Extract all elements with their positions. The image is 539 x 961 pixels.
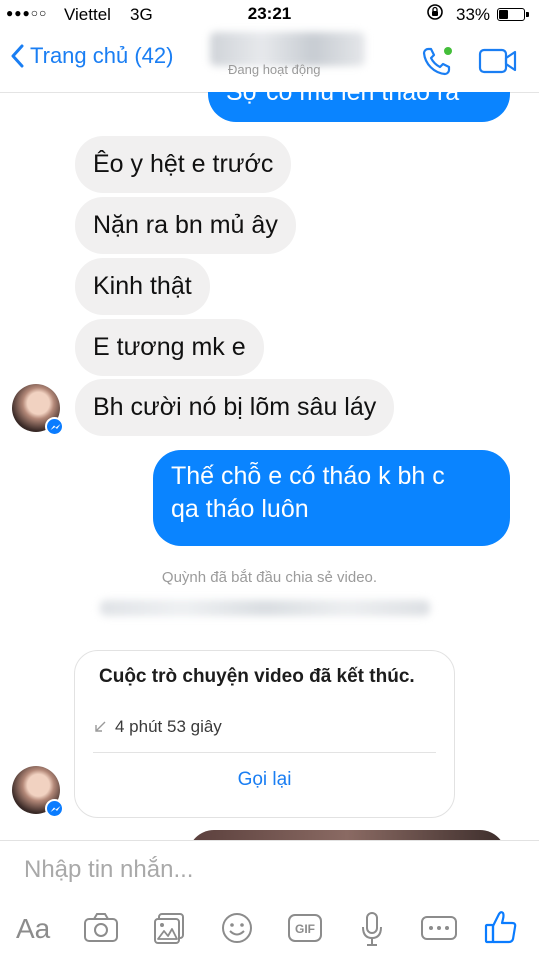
gallery-icon: [154, 913, 184, 944]
battery-percent: 33%: [456, 5, 491, 24]
contact-avatar[interactable]: [12, 384, 64, 436]
active-status: Đang hoạt động: [228, 62, 321, 77]
more-button[interactable]: [420, 915, 458, 946]
video-thumbnail[interactable]: [188, 830, 506, 840]
back-button[interactable]: Trang chủ (42): [10, 43, 173, 69]
message-list[interactable]: Sợ có mủ lên tháo ra Êo y hệt e trước Nặ…: [0, 92, 539, 840]
emoji-icon: [222, 913, 252, 943]
video-camera-icon: [478, 48, 517, 74]
messenger-badge-icon: [45, 417, 64, 436]
status-bar: ●●●○○ Viettel 3G 23:21 33%: [0, 0, 539, 30]
composer-toolbar: Aa GIF: [0, 911, 539, 951]
back-label: Trang chủ (42): [30, 43, 174, 68]
video-call-button[interactable]: [478, 47, 518, 80]
microphone-icon: [362, 912, 382, 946]
contact-name-blurred[interactable]: [210, 32, 365, 66]
call-back-button[interactable]: Gọi lại: [75, 769, 454, 791]
call-duration: 4 phút 53 giây: [93, 717, 222, 737]
phone-call-button[interactable]: [420, 44, 454, 83]
gif-icon: GIF: [288, 914, 322, 942]
microphone-button[interactable]: [360, 911, 384, 952]
text-format-button[interactable]: Aa: [16, 913, 50, 945]
more-icon: [421, 916, 457, 940]
gif-button[interactable]: GIF: [287, 913, 323, 948]
messenger-badge-icon: [45, 799, 64, 818]
call-duration-text: 4 phút 53 giây: [115, 717, 222, 736]
conversation-header: Trang chủ (42) Đang hoạt động: [0, 30, 539, 93]
rotation-lock-icon: [426, 3, 444, 26]
chevron-left-icon: [11, 44, 24, 68]
gallery-button[interactable]: [152, 911, 186, 950]
camera-icon: [84, 913, 118, 942]
message-bubble-incoming[interactable]: Bh cười nó bị lõm sâu láy: [75, 379, 395, 436]
divider: [93, 752, 436, 753]
emoji-button[interactable]: [220, 911, 254, 950]
battery-icon: [497, 8, 529, 21]
composer: Aa GIF: [0, 840, 539, 961]
contact-avatar[interactable]: [12, 766, 64, 818]
message-bubble-incoming[interactable]: Kinh thật: [75, 258, 210, 315]
message-bubble-incoming[interactable]: E tương mk e: [75, 319, 264, 376]
gif-label: GIF: [295, 922, 315, 936]
message-input[interactable]: [22, 855, 506, 885]
video-share-notice: Quỳnh đã bắt đầu chia sẻ video.: [161, 569, 378, 586]
like-icon: [484, 911, 517, 944]
video-call-card: Cuộc trò chuyện video đã kết thúc. 4 phú…: [74, 650, 455, 818]
message-bubble-outgoing[interactable]: Sợ có mủ lên tháo ra: [208, 92, 510, 122]
missed-arrow-icon: [95, 721, 106, 732]
blurred-timestamp: [100, 600, 430, 616]
camera-button[interactable]: [83, 911, 119, 948]
video-call-title: Cuộc trò chuyện video đã kết thúc.: [99, 666, 415, 687]
message-bubble-outgoing[interactable]: Thế chỗ e có tháo k bh c qa tháo luôn: [153, 450, 510, 546]
like-button[interactable]: [484, 909, 518, 950]
phone-icon: [422, 47, 452, 76]
message-bubble-incoming[interactable]: Nặn ra bn mủ ây: [75, 197, 296, 254]
message-bubble-incoming[interactable]: Êo y hệt e trước: [75, 136, 292, 193]
